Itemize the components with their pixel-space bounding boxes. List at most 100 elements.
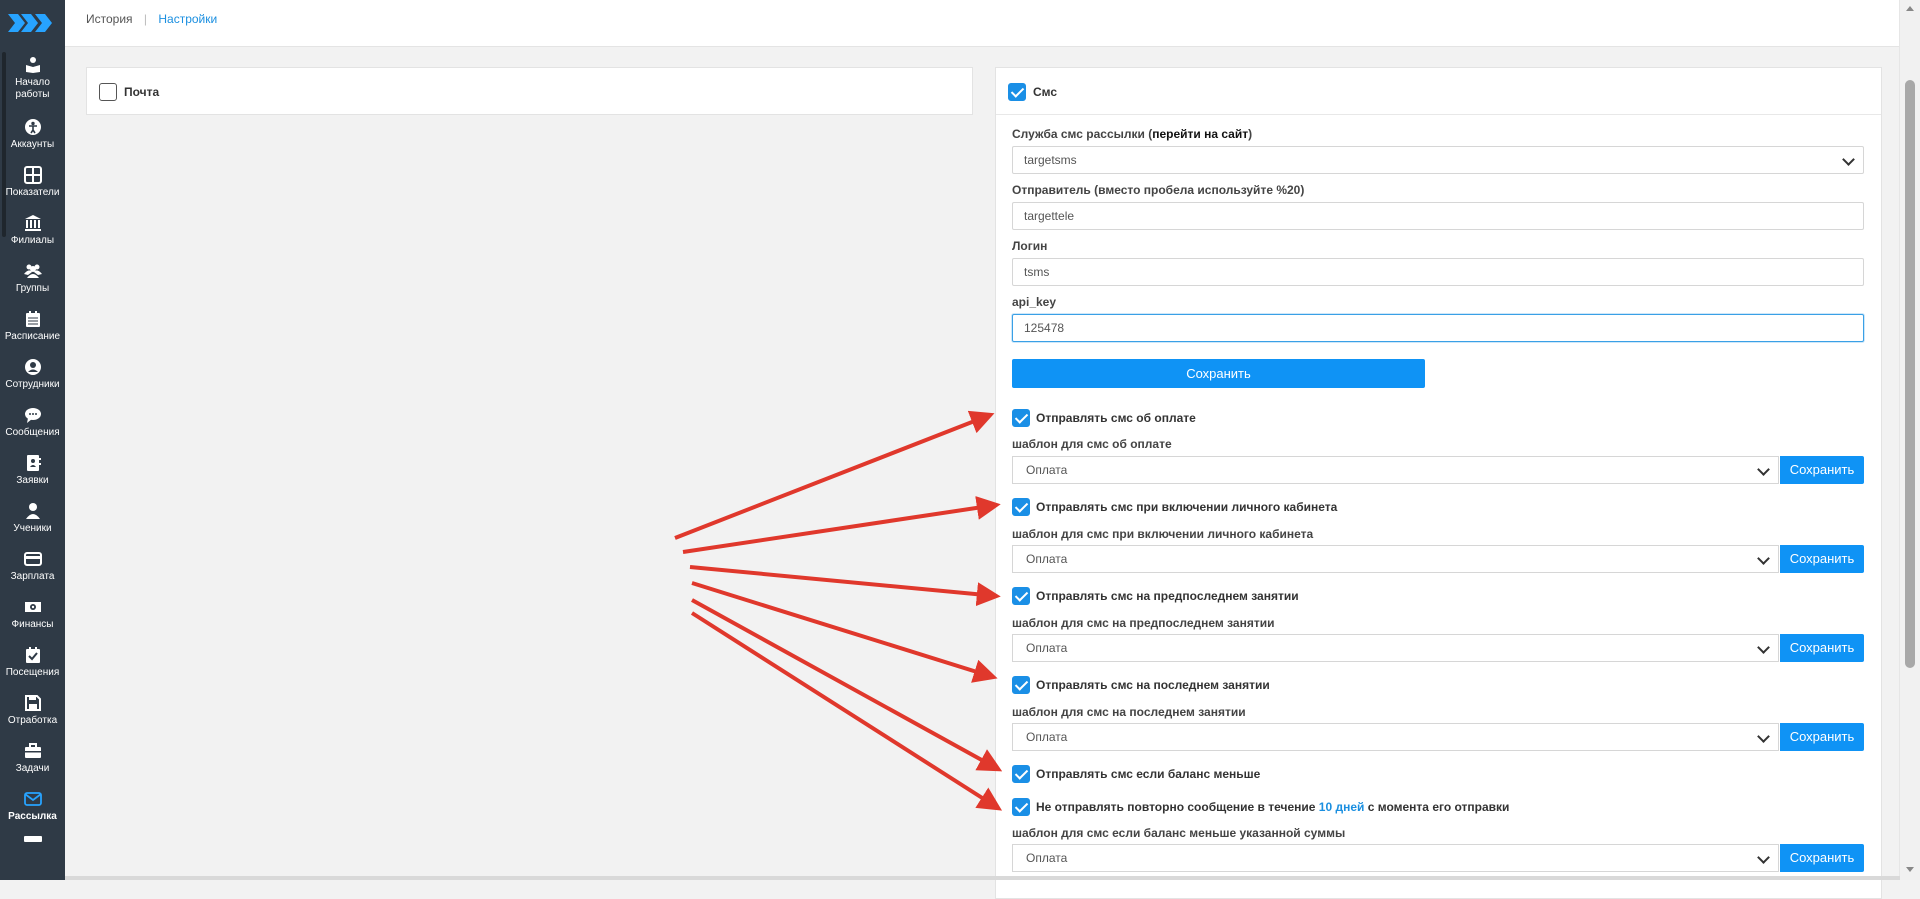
scroll-down-icon[interactable]: [1906, 867, 1914, 872]
template-cabinet-value: Оплата: [1026, 552, 1068, 566]
template-last-select[interactable]: Оплата: [1012, 723, 1779, 751]
option-penultimate-checkbox[interactable]: [1012, 587, 1030, 605]
service-select-value: targetsms: [1024, 153, 1077, 167]
money-icon: [24, 602, 41, 612]
chevron-down-icon: [1757, 730, 1770, 743]
sidebar-item-start[interactable]: Начало работы: [0, 56, 65, 101]
app-logo[interactable]: [8, 10, 58, 36]
sidebar-item-schedule[interactable]: Расписание: [0, 310, 65, 343]
template-cabinet-select[interactable]: Оплата: [1012, 545, 1779, 573]
service-label: Служба смс рассылки (перейти на сайт): [1012, 127, 1252, 141]
template-last-value: Оплата: [1026, 730, 1068, 744]
chevron-down-icon: [1757, 641, 1770, 654]
login-value: tsms: [1024, 265, 1050, 279]
sidebar-item-label: Показатели: [5, 187, 60, 198]
sidebar-item-label: Группы: [15, 283, 50, 294]
horizontal-scrollbar[interactable]: [65, 876, 1900, 880]
sidebar-item-accounts[interactable]: Аккаунты: [0, 118, 65, 151]
sidebar-item-mailing[interactable]: Рассылка: [0, 790, 65, 823]
no-repeat-days-link[interactable]: 10 дней: [1319, 800, 1365, 814]
sidebar-item-salary[interactable]: Зарплата: [0, 550, 65, 583]
annotation-arrow: [682, 495, 1001, 554]
service-select[interactable]: targetsms: [1012, 146, 1864, 174]
save-settings-button[interactable]: Сохранить: [1012, 359, 1425, 388]
option-payment-label: Отправлять смс об оплате: [1036, 411, 1196, 425]
option-last-checkbox[interactable]: [1012, 676, 1030, 694]
save-template-cabinet-button[interactable]: Сохранить: [1780, 545, 1864, 573]
option-balance-checkbox[interactable]: [1012, 765, 1030, 783]
sidebar-more-icon[interactable]: [24, 836, 42, 842]
save-template-penultimate-button[interactable]: Сохранить: [1780, 634, 1864, 662]
scroll-up-icon[interactable]: [1906, 6, 1914, 11]
person-circle-icon: [24, 119, 41, 135]
sidebar-item-label: Финансы: [11, 619, 54, 630]
breadcrumb-history-link[interactable]: История: [86, 12, 133, 26]
sidebar-item-attendance[interactable]: Посещения: [0, 646, 65, 679]
sidebar-item-requests[interactable]: Заявки: [0, 454, 65, 487]
no-repeat-suffix: с момента его отправки: [1367, 800, 1510, 814]
template-penultimate-select[interactable]: Оплата: [1012, 634, 1779, 662]
user-circle-icon: [24, 359, 41, 375]
sidebar-item-label: Посещения: [5, 667, 60, 678]
option-cabinet-checkbox[interactable]: [1012, 498, 1030, 516]
no-repeat-prefix: Не отправлять повторно сообщение в течен…: [1036, 800, 1316, 814]
chevron-down-icon: [1757, 552, 1770, 565]
envelope-icon: [23, 792, 42, 806]
template-balance-select[interactable]: Оплата: [1012, 844, 1779, 872]
service-site-link[interactable]: перейти на сайт: [1152, 127, 1248, 141]
option-penultimate-label: Отправлять смс на предпоследнем занятии: [1036, 589, 1299, 603]
sms-label: Смс: [1033, 85, 1058, 99]
sidebar-item-label: Отработка: [7, 715, 58, 726]
sidebar-item-label: Рассылка: [8, 811, 57, 822]
users-icon: [23, 264, 42, 278]
option-cabinet-label: Отправлять смс при включении личного каб…: [1036, 500, 1338, 514]
briefcase-icon: [24, 743, 41, 758]
sidebar-item-groups[interactable]: Группы: [0, 262, 65, 295]
grid-icon: [23, 166, 42, 184]
book-reader-icon: [25, 57, 40, 73]
sidebar-item-tasks[interactable]: Задачи: [0, 742, 65, 775]
sidebar-item-finance[interactable]: Финансы: [0, 598, 65, 631]
sender-field[interactable]: targettele: [1012, 202, 1864, 230]
sidebar-item-label: Филиалы: [10, 235, 55, 246]
login-field[interactable]: tsms: [1012, 258, 1864, 286]
save-template-balance-button[interactable]: Сохранить: [1780, 844, 1864, 872]
template-last-label: шаблон для смс на последнем занятии: [1012, 705, 1246, 719]
calendar-check-icon: [25, 647, 40, 663]
option-payment-checkbox[interactable]: [1012, 409, 1030, 427]
apikey-field[interactable]: 125478: [1012, 314, 1864, 342]
template-balance-label: шаблон для смс если баланс меньше указан…: [1012, 826, 1346, 840]
sidebar-item-stats[interactable]: Показатели: [0, 166, 65, 199]
breadcrumb-current[interactable]: Настройки: [158, 12, 217, 26]
calendar-icon: [25, 311, 40, 327]
save-template-payment-button[interactable]: Сохранить: [1780, 456, 1864, 484]
save-template-last-button[interactable]: Сохранить: [1780, 723, 1864, 751]
service-label-suffix: ): [1248, 127, 1253, 141]
template-balance-value: Оплата: [1026, 851, 1068, 865]
sidebar-item-messages[interactable]: Сообщения: [0, 406, 65, 439]
template-payment-select[interactable]: Оплата: [1012, 456, 1779, 484]
template-payment-label: шаблон для смс об оплате: [1012, 437, 1172, 451]
sidebar-item-makeup[interactable]: Отработка: [0, 694, 65, 727]
sidebar-item-students[interactable]: Ученики: [0, 502, 65, 535]
user-icon: [25, 503, 40, 519]
sidebar-item-label: Сотрудники: [5, 379, 60, 390]
annotation-arrow: [691, 598, 1003, 772]
mail-checkbox[interactable]: [99, 83, 117, 101]
apikey-label: api_key: [1012, 295, 1057, 309]
annotation-arrow: [689, 565, 1001, 607]
scroll-thumb[interactable]: [1905, 80, 1915, 668]
sidebar-item-label: Аккаунты: [10, 139, 55, 150]
sidebar: Начало работы Аккаунты Показатели Филиал…: [0, 0, 65, 880]
option-no-repeat-checkbox[interactable]: [1012, 798, 1030, 816]
credit-card-icon: [23, 552, 42, 566]
page-scrollbar[interactable]: [1899, 0, 1920, 880]
annotation-arrow: [691, 581, 998, 683]
contact-book-icon: [26, 455, 41, 471]
sms-checkbox[interactable]: [1008, 83, 1026, 101]
sidebar-item-label: Начало работы: [15, 77, 50, 100]
service-label-prefix: Служба смс рассылки (: [1012, 127, 1153, 141]
sidebar-item-staff[interactable]: Сотрудники: [0, 358, 65, 391]
sidebar-item-branches[interactable]: Филиалы: [0, 214, 65, 247]
annotation-arrow: [690, 611, 1003, 811]
